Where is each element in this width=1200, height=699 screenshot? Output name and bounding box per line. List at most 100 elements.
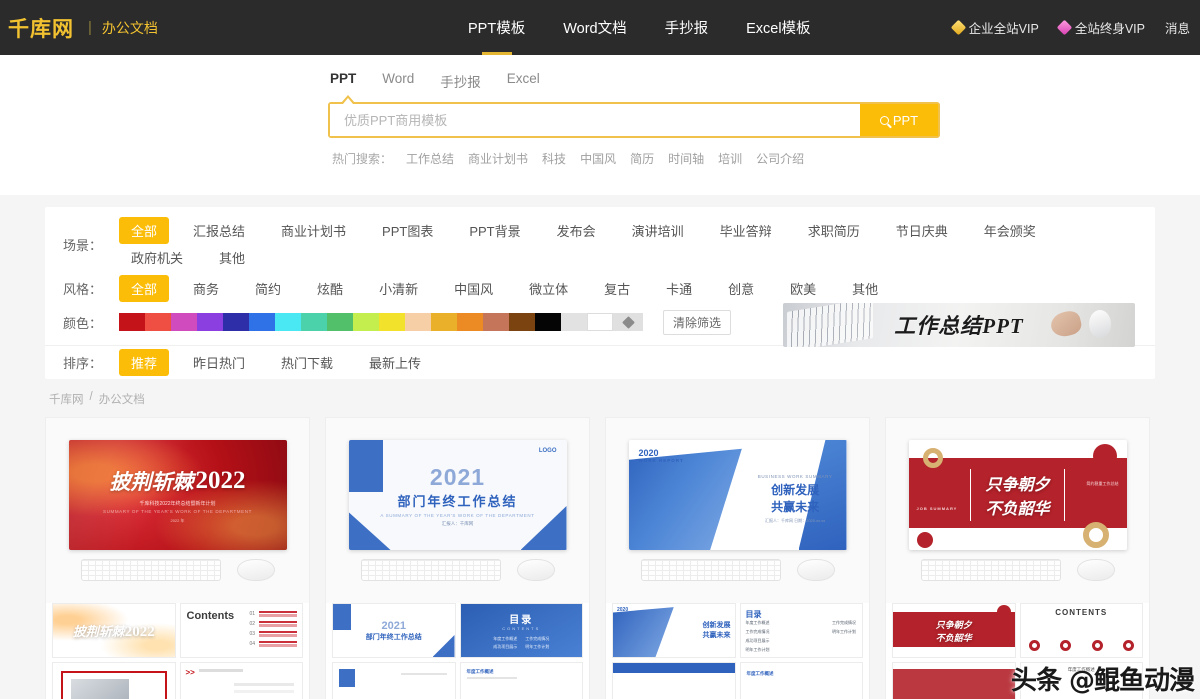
hot-search-item[interactable]: 中国风 bbox=[580, 150, 616, 167]
color-swatch[interactable] bbox=[457, 313, 483, 331]
style-option[interactable]: 简约 bbox=[243, 275, 293, 302]
breadcrumb-current[interactable]: 办公文档 bbox=[99, 391, 145, 407]
template-card[interactable]: LOGO 2021 部门年终工作总结 A SUMMARY OF THE YEAR… bbox=[325, 417, 590, 699]
search-tab-excel[interactable]: Excel bbox=[507, 71, 540, 94]
hot-search-item[interactable]: 简历 bbox=[630, 150, 654, 167]
template-card[interactable]: 披荆斩棘 2022 千库科技2022年终总结暨新年计划 SUMMARY OF T… bbox=[45, 417, 310, 699]
slide-thumb[interactable]: 2021 部门年终工作总结 bbox=[332, 603, 456, 658]
logo-subtitle[interactable]: 办公文档 bbox=[102, 18, 158, 38]
color-swatch[interactable] bbox=[275, 313, 301, 331]
lifetime-vip-button[interactable]: 全站终身VIP bbox=[1059, 18, 1145, 37]
search-tab-ppt[interactable]: PPT bbox=[330, 71, 356, 94]
slide-thumb[interactable]: CONTENTS bbox=[1020, 603, 1144, 658]
hot-search-item[interactable]: 工作总结 bbox=[406, 150, 454, 167]
hot-search-item[interactable]: 培训 bbox=[718, 150, 742, 167]
color-picker-button[interactable] bbox=[613, 313, 643, 331]
hot-search-item[interactable]: 公司介绍 bbox=[756, 150, 804, 167]
slide-thumb[interactable]: 目录 年度工作概述 工作完成情况 成功项目展示 明年工作计划 工作完成情况 明年… bbox=[740, 603, 864, 658]
color-swatch[interactable] bbox=[249, 313, 275, 331]
slide-thumb[interactable]: 披荆斩棘2022 bbox=[52, 603, 176, 658]
nav-item-handwritten[interactable]: 手抄报 bbox=[665, 0, 709, 55]
style-option[interactable]: 复古 bbox=[592, 275, 642, 302]
color-swatch[interactable] bbox=[145, 313, 171, 331]
style-option[interactable]: 微立体 bbox=[517, 275, 580, 302]
slide-thumb[interactable] bbox=[892, 662, 1016, 699]
nav-item-ppt-templates[interactable]: PPT模板 bbox=[468, 0, 525, 55]
scene-option[interactable]: 求职简历 bbox=[796, 217, 872, 244]
scene-option[interactable]: PPT图表 bbox=[370, 217, 445, 244]
style-option[interactable]: 欧美 bbox=[778, 275, 828, 302]
search-input[interactable] bbox=[330, 104, 860, 136]
color-swatch[interactable] bbox=[483, 313, 509, 331]
messages-button[interactable]: 消息 bbox=[1165, 18, 1190, 37]
slide-thumb[interactable]: Contents 01 02 03 04 bbox=[180, 603, 304, 658]
hot-search-item[interactable]: 科技 bbox=[542, 150, 566, 167]
breadcrumb-home[interactable]: 千库网 bbox=[49, 391, 84, 407]
color-swatch[interactable] bbox=[301, 313, 327, 331]
slide-thumb[interactable]: 只争朝夕 不负韶华 bbox=[892, 603, 1016, 658]
sort-option[interactable]: 最新上传 bbox=[357, 349, 433, 376]
style-option[interactable]: 卡通 bbox=[654, 275, 704, 302]
scene-option[interactable]: 年会颁奖 bbox=[972, 217, 1048, 244]
promo-banner[interactable]: 工作总结PPT bbox=[783, 303, 1135, 347]
template-card[interactable]: 2020 WORK REPORT BUSINESS WORK SUMMARY 创… bbox=[605, 417, 870, 699]
slide-thumb[interactable]: 年度工作概述 bbox=[1020, 662, 1144, 699]
slide-thumb[interactable]: 年度工作概述 bbox=[460, 662, 584, 699]
header-actions: 企业全站VIP 全站终身VIP 消息 bbox=[953, 0, 1190, 55]
scene-option-all[interactable]: 全部 bbox=[119, 217, 169, 244]
search-tab-handwritten[interactable]: 手抄报 bbox=[440, 71, 481, 94]
nav-item-excel-templates[interactable]: Excel模板 bbox=[746, 0, 810, 55]
filter-label-style: 风格： bbox=[63, 279, 119, 298]
style-option-all[interactable]: 全部 bbox=[119, 275, 169, 302]
color-swatch[interactable] bbox=[223, 313, 249, 331]
scene-option[interactable]: 政府机关 bbox=[119, 244, 195, 271]
color-swatch[interactable] bbox=[561, 313, 587, 331]
slide-year-sub: WORK REPORT bbox=[639, 458, 684, 463]
style-option[interactable]: 中国风 bbox=[442, 275, 505, 302]
scene-option[interactable]: 演讲培训 bbox=[620, 217, 696, 244]
color-swatch[interactable] bbox=[509, 313, 535, 331]
style-option[interactable]: 小清新 bbox=[367, 275, 430, 302]
color-swatch[interactable] bbox=[379, 313, 405, 331]
scene-option[interactable]: 其他 bbox=[207, 244, 257, 271]
slide-thumb[interactable]: 目录 CONTENTS 年度工作概述 工作完成情况 成功项目展示 明年工作计划 bbox=[460, 603, 584, 658]
color-swatch[interactable] bbox=[405, 313, 431, 331]
style-option[interactable]: 其他 bbox=[840, 275, 890, 302]
sort-option-recommended[interactable]: 推荐 bbox=[119, 349, 169, 376]
sort-option[interactable]: 热门下载 bbox=[269, 349, 345, 376]
hot-search-item[interactable]: 商业计划书 bbox=[468, 150, 528, 167]
scene-option[interactable]: 毕业答辩 bbox=[708, 217, 784, 244]
style-option[interactable]: 创意 bbox=[716, 275, 766, 302]
slide-thumb[interactable]: 2020 创新发展 共赢未来 bbox=[612, 603, 736, 658]
sort-option[interactable]: 昨日热门 bbox=[181, 349, 257, 376]
scene-option[interactable]: 汇报总结 bbox=[181, 217, 257, 244]
color-swatch[interactable] bbox=[171, 313, 197, 331]
slide-thumb[interactable] bbox=[612, 662, 736, 699]
brand-logo-group[interactable]: 千库网 | 办公文档 bbox=[0, 13, 158, 43]
search-tab-word[interactable]: Word bbox=[382, 71, 414, 94]
enterprise-vip-button[interactable]: 企业全站VIP bbox=[953, 18, 1039, 37]
hot-search-item[interactable]: 时间轴 bbox=[668, 150, 704, 167]
color-swatch[interactable] bbox=[197, 313, 223, 331]
nav-item-word-docs[interactable]: Word文档 bbox=[563, 0, 626, 55]
slide-thumb[interactable] bbox=[52, 662, 176, 699]
color-swatch[interactable] bbox=[327, 313, 353, 331]
scene-option[interactable]: 商业计划书 bbox=[269, 217, 358, 244]
scene-option[interactable]: 节日庆典 bbox=[884, 217, 960, 244]
style-option[interactable]: 商务 bbox=[181, 275, 231, 302]
color-swatch[interactable] bbox=[535, 313, 561, 331]
color-swatch[interactable] bbox=[431, 313, 457, 331]
template-card[interactable]: 只争朝夕 不负韶华 JOB SUMMARY 简约稳重工作总结 bbox=[885, 417, 1150, 699]
slide-thumb[interactable]: >> bbox=[180, 662, 304, 699]
scene-option[interactable]: PPT背景 bbox=[457, 217, 532, 244]
slide-thumb[interactable]: 年度工作概述 bbox=[740, 662, 864, 699]
search-submit-button[interactable]: PPT bbox=[860, 104, 938, 136]
clear-filters-button[interactable]: 清除筛选 bbox=[663, 310, 731, 335]
site-logo[interactable]: 千库网 bbox=[8, 13, 74, 43]
color-swatch[interactable] bbox=[119, 313, 145, 331]
style-option[interactable]: 炫酷 bbox=[305, 275, 355, 302]
slide-thumb[interactable] bbox=[332, 662, 456, 699]
color-swatch[interactable] bbox=[587, 313, 613, 331]
scene-option[interactable]: 发布会 bbox=[545, 217, 608, 244]
color-swatch[interactable] bbox=[353, 313, 379, 331]
